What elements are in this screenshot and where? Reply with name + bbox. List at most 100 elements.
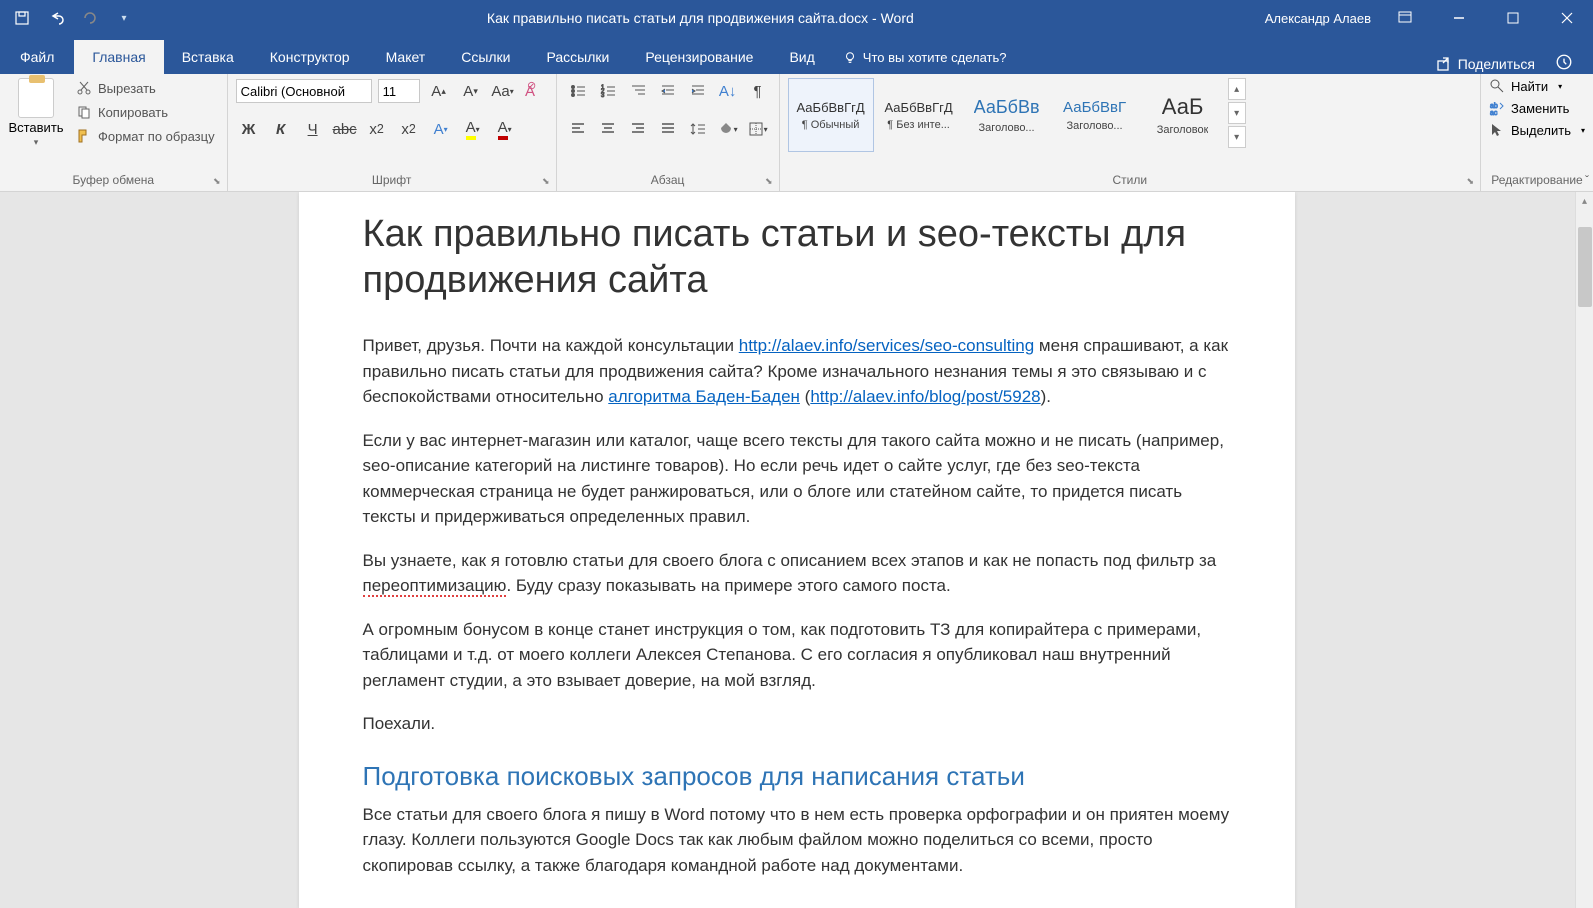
styles-dialog-launcher[interactable]: ⬊ [1466,176,1474,187]
multilevel-list-button[interactable] [625,78,651,104]
justify-button[interactable] [655,116,681,142]
superscript-button[interactable]: x2 [396,116,422,142]
style-heading1[interactable]: АаБбВвЗаголово... [964,78,1050,152]
heading-2: Подготовка поисковых запросов для написа… [363,761,1231,792]
tab-mailings[interactable]: Рассылки [529,40,628,74]
link-baden-baden[interactable]: алгоритма Баден-Баден [608,387,800,406]
clock-icon [1555,53,1573,71]
subscript-button[interactable]: x2 [364,116,390,142]
paragraph-3: Вы узнаете, как я готовлю статьи для сво… [363,548,1231,599]
clipboard-dialog-launcher[interactable]: ⬊ [213,176,221,187]
font-dialog-launcher[interactable]: ⬊ [542,176,550,187]
group-styles: АаБбВвГгД¶ Обычный АаБбВвГгД¶ Без инте..… [780,74,1481,191]
clear-formatting-button[interactable]: A⊘ [522,78,548,104]
svg-text:ab: ab [1490,103,1498,110]
history-button[interactable] [1555,53,1573,74]
cursor-icon [1489,122,1505,138]
lightbulb-icon [843,51,857,65]
change-case-button[interactable]: Aa▾ [490,78,516,104]
line-spacing-button[interactable] [685,116,711,142]
tab-layout[interactable]: Макет [368,40,444,74]
font-size-input[interactable] [378,79,420,103]
paragraph-6: Все статьи для своего блога я пишу в Wor… [363,802,1231,879]
paste-button[interactable]: Вставить ▾ [8,78,64,148]
bullets-button[interactable] [565,78,591,104]
ribbon-tabs: Файл Главная Вставка Конструктор Макет С… [0,36,1593,74]
style-title[interactable]: АаБЗаголовок [1140,78,1226,152]
undo-button[interactable] [44,6,68,30]
find-button[interactable]: Найти▾ [1489,78,1585,94]
minimize-button[interactable] [1439,0,1479,36]
sort-button[interactable]: A↓ [715,78,741,104]
scrollbar-thumb[interactable] [1578,227,1592,307]
cut-button[interactable]: Вырезать [72,78,219,98]
font-color-button[interactable]: A▾ [492,116,518,142]
tab-references[interactable]: Ссылки [443,40,528,74]
styles-scroll-up[interactable]: ▴ [1228,78,1246,100]
vertical-scrollbar[interactable]: ▴ [1575,192,1593,908]
align-center-button[interactable] [595,116,621,142]
tab-view[interactable]: Вид [771,40,832,74]
tab-design[interactable]: Конструктор [252,40,368,74]
link-seo-consulting[interactable]: http://alaev.info/services/seo-consultin… [739,336,1034,355]
svg-text:ac: ac [1490,110,1498,116]
shrink-font-button[interactable]: A▾ [458,78,484,104]
share-icon [1436,56,1452,72]
replace-button[interactable]: abac Заменить [1489,100,1585,116]
select-button[interactable]: Выделить▾ [1489,122,1585,138]
search-icon [1489,78,1505,94]
borders-button[interactable]: ▾ [745,116,771,142]
tab-file[interactable]: Файл [0,40,74,74]
paragraph-5: Поехали. [363,711,1231,737]
svg-text:3: 3 [601,93,605,99]
tab-insert[interactable]: Вставка [164,40,252,74]
shading-button[interactable]: ▾ [715,116,741,142]
ribbon-display-button[interactable] [1385,0,1425,36]
clipboard-icon [18,78,54,118]
spell-error: переоптимизацию [363,576,507,597]
maximize-button[interactable] [1493,0,1533,36]
align-right-button[interactable] [625,116,651,142]
page[interactable]: Как правильно писать статьи и seo-тексты… [299,192,1295,908]
numbering-button[interactable]: 123 [595,78,621,104]
ribbon: Вставить ▾ Вырезать Копировать Формат по… [0,74,1593,192]
paragraph-4: А огромным бонусом в конце станет инстру… [363,617,1231,694]
group-editing: Найти▾ abac Заменить Выделить▾ Редактиро… [1481,74,1593,191]
decrease-indent-button[interactable] [655,78,681,104]
format-painter-button[interactable]: Формат по образцу [72,126,219,146]
tab-review[interactable]: Рецензирование [627,40,771,74]
share-button[interactable]: Поделиться [1436,56,1535,72]
grow-font-button[interactable]: A▴ [426,78,452,104]
document-title: Как правильно писать статьи и seo-тексты… [363,212,1231,303]
strikethrough-button[interactable]: abc [332,116,358,142]
paragraph-1: Привет, друзья. Почти на каждой консульт… [363,333,1231,410]
copy-icon [76,104,92,120]
tab-home[interactable]: Главная [74,40,163,74]
redo-button[interactable] [78,6,102,30]
save-button[interactable] [10,6,34,30]
increase-indent-button[interactable] [685,78,711,104]
show-marks-button[interactable]: ¶ [745,78,771,104]
italic-button[interactable]: К [268,116,294,142]
scissors-icon [76,80,92,96]
close-button[interactable] [1547,0,1587,36]
styles-more[interactable]: ▾ [1228,126,1246,148]
tell-me-search[interactable]: Что вы хотите сделать? [843,41,1436,74]
user-name[interactable]: Александр Алаев [1265,11,1371,26]
styles-scroll-down[interactable]: ▾ [1228,102,1246,124]
style-normal[interactable]: АаБбВвГгД¶ Обычный [788,78,874,152]
style-heading2[interactable]: АаБбВвГЗаголово... [1052,78,1138,152]
underline-button[interactable]: Ч [300,116,326,142]
paragraph-dialog-launcher[interactable]: ⬊ [765,176,773,187]
style-nospacing[interactable]: АаБбВвГгД¶ Без инте... [876,78,962,152]
highlight-button[interactable]: A▾ [460,116,486,142]
font-name-input[interactable] [236,79,372,103]
bold-button[interactable]: Ж [236,116,262,142]
copy-button[interactable]: Копировать [72,102,219,122]
text-effects-button[interactable]: A▾ [428,116,454,142]
link-blog-post[interactable]: http://alaev.info/blog/post/5928 [810,387,1040,406]
replace-icon: abac [1489,100,1505,116]
align-left-button[interactable] [565,116,591,142]
collapse-ribbon-button[interactable]: ˇ [1585,173,1589,187]
qat-customize[interactable]: ▾ [112,6,136,30]
